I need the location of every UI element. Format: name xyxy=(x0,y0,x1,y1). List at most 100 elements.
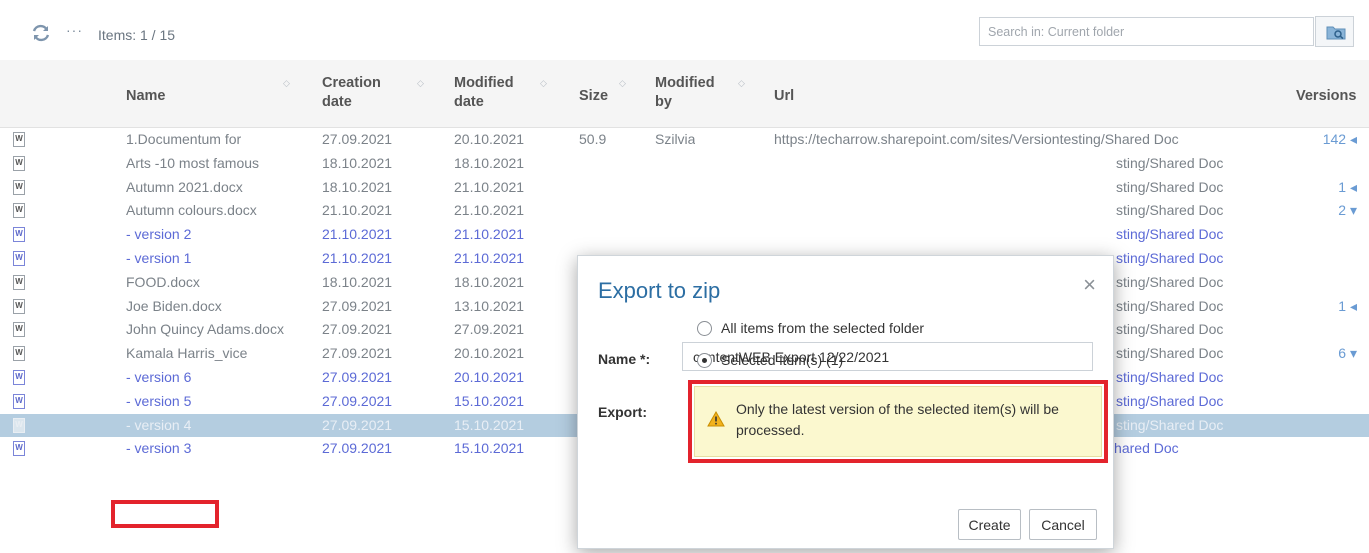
versions-cell[interactable]: 142 ◂ xyxy=(1323,131,1357,148)
sort-icon[interactable]: ◇ xyxy=(540,79,547,88)
radio-button[interactable] xyxy=(697,321,712,336)
sort-icon[interactable]: ◇ xyxy=(283,79,290,88)
modified-date-cell: 18.10.2021 xyxy=(454,273,525,290)
cancel-button[interactable]: Cancel xyxy=(1029,509,1097,540)
column-modified-by[interactable]: Modified by xyxy=(655,74,715,112)
column-creation-date-line1: Creation xyxy=(322,75,381,91)
highlight-selected-row xyxy=(111,500,219,528)
table-row[interactable]: W Autumn colours.docx 21.10.2021 21.10.2021… xyxy=(0,199,1369,222)
word-document-icon: W xyxy=(13,298,25,314)
table-row[interactable]: W Autumn 2021.docx 18.10.2021 21.10.2021 sti… xyxy=(0,176,1369,199)
url-cell[interactable]: sting/Shared Doc xyxy=(1116,417,1223,433)
column-modified-date[interactable]: Modified date xyxy=(454,74,514,112)
search-button[interactable] xyxy=(1315,16,1354,47)
name-cell[interactable]: Arts -10 most famous xyxy=(126,155,259,171)
sort-icon[interactable]: ◇ xyxy=(417,79,424,88)
word-document-icon: W xyxy=(13,441,25,457)
url-cell[interactable]: sting/Shared Doc xyxy=(1116,393,1223,409)
versions-cell[interactable]: 1 ◂ xyxy=(1338,298,1357,315)
option-all-items-label: All items from the selected folder xyxy=(721,320,925,336)
modified-date-cell: 21.10.2021 xyxy=(454,250,525,266)
url-cell[interactable]: sting/Shared Doc xyxy=(1116,321,1223,337)
name-cell[interactable]: - version 3 xyxy=(126,440,191,456)
name-cell[interactable]: FOOD.docx xyxy=(126,274,200,290)
modified-date-cell: 27.09.2021 xyxy=(454,321,525,338)
creation-date-cell: 18.10.2021 xyxy=(322,178,393,195)
word-document-icon: W xyxy=(13,417,25,433)
word-document-icon: W xyxy=(13,251,25,266)
modified-by-cell: Szilvia xyxy=(655,131,696,147)
close-icon[interactable]: × xyxy=(1083,274,1096,296)
url-cell[interactable]: sting/Shared Doc xyxy=(1116,345,1223,361)
versions-cell[interactable]: 2 ▾ xyxy=(1338,202,1357,219)
table-header: Name ◇ Creation date ◇ Modified date ◇ S… xyxy=(0,60,1369,128)
name-cell[interactable]: Joe Biden.docx xyxy=(126,298,222,314)
url-cell[interactable]: sting/Shared Doc xyxy=(1116,202,1223,218)
warning-highlight xyxy=(688,380,1108,463)
name-cell[interactable]: 1.Documentum for xyxy=(126,131,241,147)
column-creation-date[interactable]: Creation date xyxy=(322,74,381,112)
url-cell[interactable]: sting/Shared Doc xyxy=(1116,155,1223,171)
versions-cell[interactable]: 6 ▾ xyxy=(1338,345,1357,362)
name-label: Name *: xyxy=(598,351,651,367)
versions-cell[interactable]: 1 ◂ xyxy=(1338,179,1357,196)
word-document-icon: W xyxy=(13,393,25,409)
size-cell: 50.9 xyxy=(579,131,607,147)
creation-date-cell: 27.09.2021 xyxy=(322,392,393,409)
name-cell[interactable]: Autumn colours.docx xyxy=(126,202,257,218)
word-document-icon: W xyxy=(13,227,25,243)
creation-date-cell: 21.10.2021 xyxy=(322,226,393,243)
url-cell[interactable]: sting/Shared Doc xyxy=(1116,179,1223,195)
column-modified-by-line2: by xyxy=(655,94,672,110)
word-document-icon: W xyxy=(13,346,25,362)
creation-date-cell: 18.10.2021 xyxy=(322,154,393,171)
export-label: Export: xyxy=(598,404,647,420)
items-count: Items: 1 / 15 xyxy=(98,27,176,43)
more-icon[interactable]: ··· xyxy=(66,22,83,38)
sort-icon[interactable]: ◇ xyxy=(619,79,626,88)
url-cell[interactable]: sting/Shared Doc xyxy=(1116,274,1223,290)
modified-date-cell: 18.10.2021 xyxy=(454,154,525,171)
modified-date-cell: 21.10.2021 xyxy=(454,178,525,195)
creation-date-cell: 27.09.2021 xyxy=(322,345,393,362)
column-name[interactable]: Name xyxy=(126,87,166,106)
creation-date-cell: 18.10.2021 xyxy=(322,273,393,290)
column-url[interactable]: Url xyxy=(774,87,794,106)
table-row[interactable]: W Arts -10 most famous 18.10.2021 18.10.202… xyxy=(0,152,1369,175)
search-input[interactable] xyxy=(979,17,1314,46)
modified-date-cell: 21.10.2021 xyxy=(454,226,525,243)
modified-date-cell: 21.10.2021 xyxy=(454,202,525,219)
creation-date-cell: 27.09.2021 xyxy=(322,416,393,433)
name-cell[interactable]: John Quincy Adams.docx xyxy=(126,321,284,337)
create-button[interactable]: Create xyxy=(958,509,1021,540)
name-cell[interactable]: - version 6 xyxy=(126,369,191,385)
column-size[interactable]: Size xyxy=(579,87,608,106)
url-cell[interactable]: https://techarrow.sharepoint.com/sites/V… xyxy=(774,131,1179,147)
url-cell[interactable]: sting/Shared Doc xyxy=(1116,250,1223,266)
modified-date-cell: 20.10.2021 xyxy=(454,369,525,385)
table-row[interactable]: W - version 2 21.10.2021 21.10.2021 sting/Sh… xyxy=(0,223,1369,246)
column-modified-date-line1: Modified xyxy=(454,75,514,91)
radio-button-checked[interactable] xyxy=(697,353,712,368)
refresh-icon[interactable] xyxy=(31,24,53,42)
name-cell[interactable]: Autumn 2021.docx xyxy=(126,179,243,195)
column-creation-date-line2: date xyxy=(322,94,352,110)
modified-date-cell: 15.10.2021 xyxy=(454,440,525,457)
url-cell[interactable]: sting/Shared Doc xyxy=(1116,298,1223,314)
word-document-icon: W xyxy=(13,132,25,147)
name-cell[interactable]: Kamala Harris_vice xyxy=(126,345,247,361)
creation-date-cell: 27.09.2021 xyxy=(322,440,393,457)
table-row[interactable]: W 1.Documentum for 27.09.2021 20.10.2021 50.… xyxy=(0,128,1369,151)
creation-date-cell: 21.10.2021 xyxy=(322,202,393,219)
sort-icon[interactable]: ◇ xyxy=(738,79,745,88)
url-cell[interactable]: sting/Shared Doc xyxy=(1116,369,1223,385)
modified-date-cell: 15.10.2021 xyxy=(454,416,525,433)
creation-date-cell: 27.09.2021 xyxy=(322,297,393,314)
name-cell[interactable]: - version 1 xyxy=(126,250,191,266)
name-cell[interactable]: - version 4 xyxy=(126,417,191,433)
name-cell[interactable]: - version 2 xyxy=(126,226,191,242)
name-cell[interactable]: - version 5 xyxy=(126,393,191,409)
column-versions[interactable]: Versions xyxy=(1296,87,1356,106)
modified-date-cell: 13.10.2021 xyxy=(454,297,525,314)
url-cell[interactable]: sting/Shared Doc xyxy=(1116,226,1223,242)
